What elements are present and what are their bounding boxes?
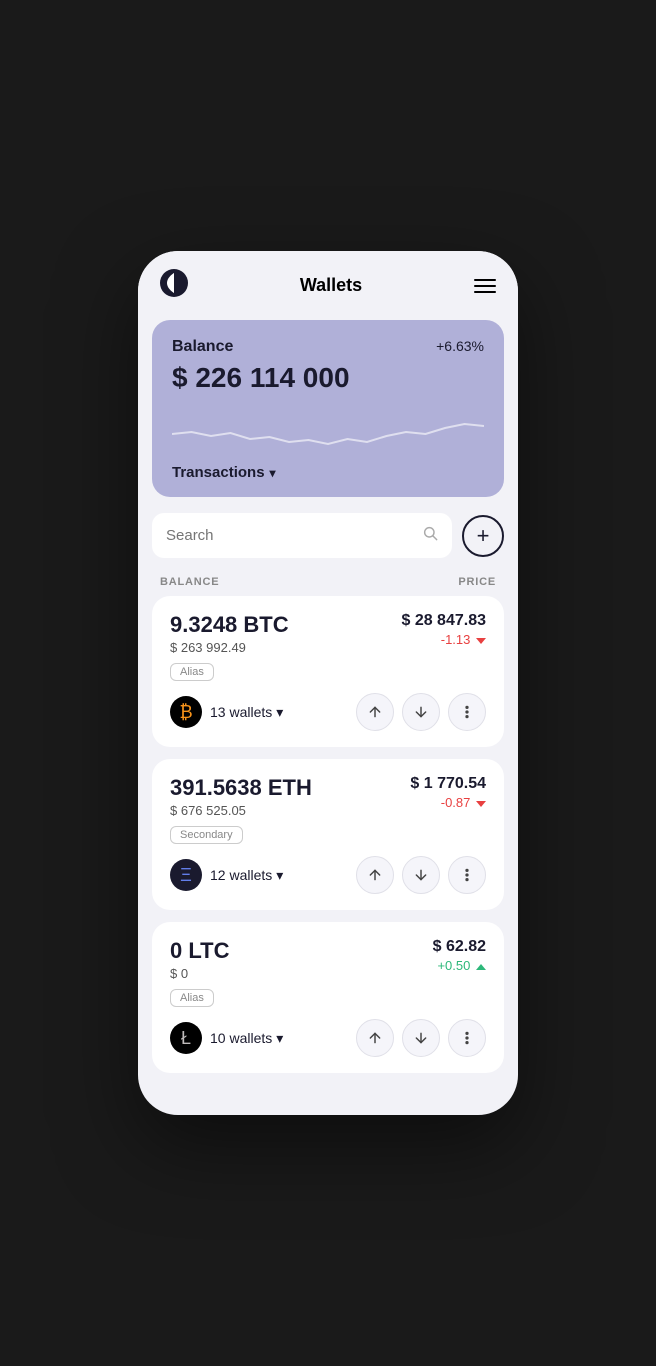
coin-card-ltc: 0 LTC $ 0 $ 62.82 +0.50 Alias Ł 10 walle… xyxy=(152,922,504,1073)
eth-actions xyxy=(356,856,486,894)
coin-amount-btc: 9.3248 BTC xyxy=(170,612,289,638)
btc-chevron-icon: ▾ xyxy=(276,704,283,721)
ltc-chevron-icon: ▾ xyxy=(276,1030,283,1047)
coin-tag-eth: Secondary xyxy=(170,826,243,844)
coin-fiat-btc: $ 263 992.49 xyxy=(170,640,289,655)
coin-price-value-eth: $ 1 770.54 xyxy=(410,775,486,793)
balance-column-header: BALANCE xyxy=(160,576,219,588)
price-column-header: PRICE xyxy=(458,576,496,588)
coin-price-ltc: $ 62.82 +0.50 xyxy=(433,938,486,973)
phone-container: Wallets Balance +6.63% $ 226 114 000 Tra… xyxy=(138,251,518,1115)
coin-card-eth: 391.5638 ETH $ 676 525.05 $ 1 770.54 -0.… xyxy=(152,759,504,910)
coin-wallet-info-ltc: Ł 10 wallets ▾ xyxy=(170,1022,283,1054)
coin-price-change-btc: -1.13 xyxy=(401,632,486,647)
transactions-button[interactable]: Transactions ▾ xyxy=(172,464,484,481)
coin-fiat-eth: $ 676 525.05 xyxy=(170,803,312,818)
btc-receive-button[interactable] xyxy=(402,693,440,731)
transactions-chevron-icon: ▾ xyxy=(270,466,276,480)
coin-tag-ltc: Alias xyxy=(170,989,214,1007)
coin-wallet-info-eth: Ξ 12 wallets ▾ xyxy=(170,859,283,891)
eth-chevron-icon: ▾ xyxy=(276,867,283,884)
coin-price-eth: $ 1 770.54 -0.87 xyxy=(410,775,486,810)
coin-balance-ltc: 0 LTC $ 0 xyxy=(170,938,229,981)
search-row: + xyxy=(138,513,518,572)
up-arrow-icon-ltc xyxy=(476,964,486,970)
coin-list: 9.3248 BTC $ 263 992.49 $ 28 847.83 -1.1… xyxy=(138,596,518,1073)
ltc-wallet-count[interactable]: 10 wallets ▾ xyxy=(210,1030,283,1047)
btc-send-button[interactable] xyxy=(356,693,394,731)
header: Wallets xyxy=(138,251,518,316)
eth-more-button[interactable] xyxy=(448,856,486,894)
eth-receive-button[interactable] xyxy=(402,856,440,894)
balance-change: +6.63% xyxy=(436,338,484,354)
menu-line-3 xyxy=(474,291,496,293)
btc-logo: ₿ xyxy=(170,696,202,728)
coin-amount-eth: 391.5638 ETH xyxy=(170,775,312,801)
ltc-send-button[interactable] xyxy=(356,1019,394,1057)
coin-balance-btc: 9.3248 BTC $ 263 992.49 xyxy=(170,612,289,655)
ltc-more-button[interactable] xyxy=(448,1019,486,1057)
btc-wallet-count[interactable]: 13 wallets ▾ xyxy=(210,704,283,721)
logo xyxy=(160,269,188,302)
eth-send-button[interactable] xyxy=(356,856,394,894)
transactions-label: Transactions xyxy=(172,464,265,481)
coin-tag-btc: Alias xyxy=(170,663,214,681)
menu-line-1 xyxy=(474,279,496,281)
menu-line-2 xyxy=(474,285,496,287)
balance-amount: $ 226 114 000 xyxy=(172,362,484,394)
menu-button[interactable] xyxy=(474,279,496,293)
balance-card: Balance +6.63% $ 226 114 000 Transaction… xyxy=(152,320,504,497)
coin-amount-ltc: 0 LTC xyxy=(170,938,229,964)
search-box[interactable] xyxy=(152,513,452,558)
coin-fiat-ltc: $ 0 xyxy=(170,966,229,981)
list-headers: BALANCE PRICE xyxy=(138,572,518,596)
search-input[interactable] xyxy=(166,527,414,544)
balance-label: Balance xyxy=(172,338,233,356)
ltc-logo: Ł xyxy=(170,1022,202,1054)
search-icon xyxy=(422,525,438,546)
add-wallet-button[interactable]: + xyxy=(462,515,504,557)
coin-price-btc: $ 28 847.83 -1.13 xyxy=(401,612,486,647)
balance-chart xyxy=(172,404,484,454)
btc-more-button[interactable] xyxy=(448,693,486,731)
down-arrow-icon-eth xyxy=(476,801,486,807)
coin-card-btc: 9.3248 BTC $ 263 992.49 $ 28 847.83 -1.1… xyxy=(152,596,504,747)
coin-wallet-info-btc: ₿ 13 wallets ▾ xyxy=(170,696,283,728)
coin-price-change-ltc: +0.50 xyxy=(433,958,486,973)
ltc-actions xyxy=(356,1019,486,1057)
page-title: Wallets xyxy=(300,275,362,296)
coin-price-value-btc: $ 28 847.83 xyxy=(401,612,486,630)
coin-price-value-ltc: $ 62.82 xyxy=(433,938,486,956)
eth-logo: Ξ xyxy=(170,859,202,891)
down-arrow-icon-btc xyxy=(476,638,486,644)
btc-actions xyxy=(356,693,486,731)
ltc-receive-button[interactable] xyxy=(402,1019,440,1057)
coin-price-change-eth: -0.87 xyxy=(410,795,486,810)
eth-wallet-count[interactable]: 12 wallets ▾ xyxy=(210,867,283,884)
coin-balance-eth: 391.5638 ETH $ 676 525.05 xyxy=(170,775,312,818)
